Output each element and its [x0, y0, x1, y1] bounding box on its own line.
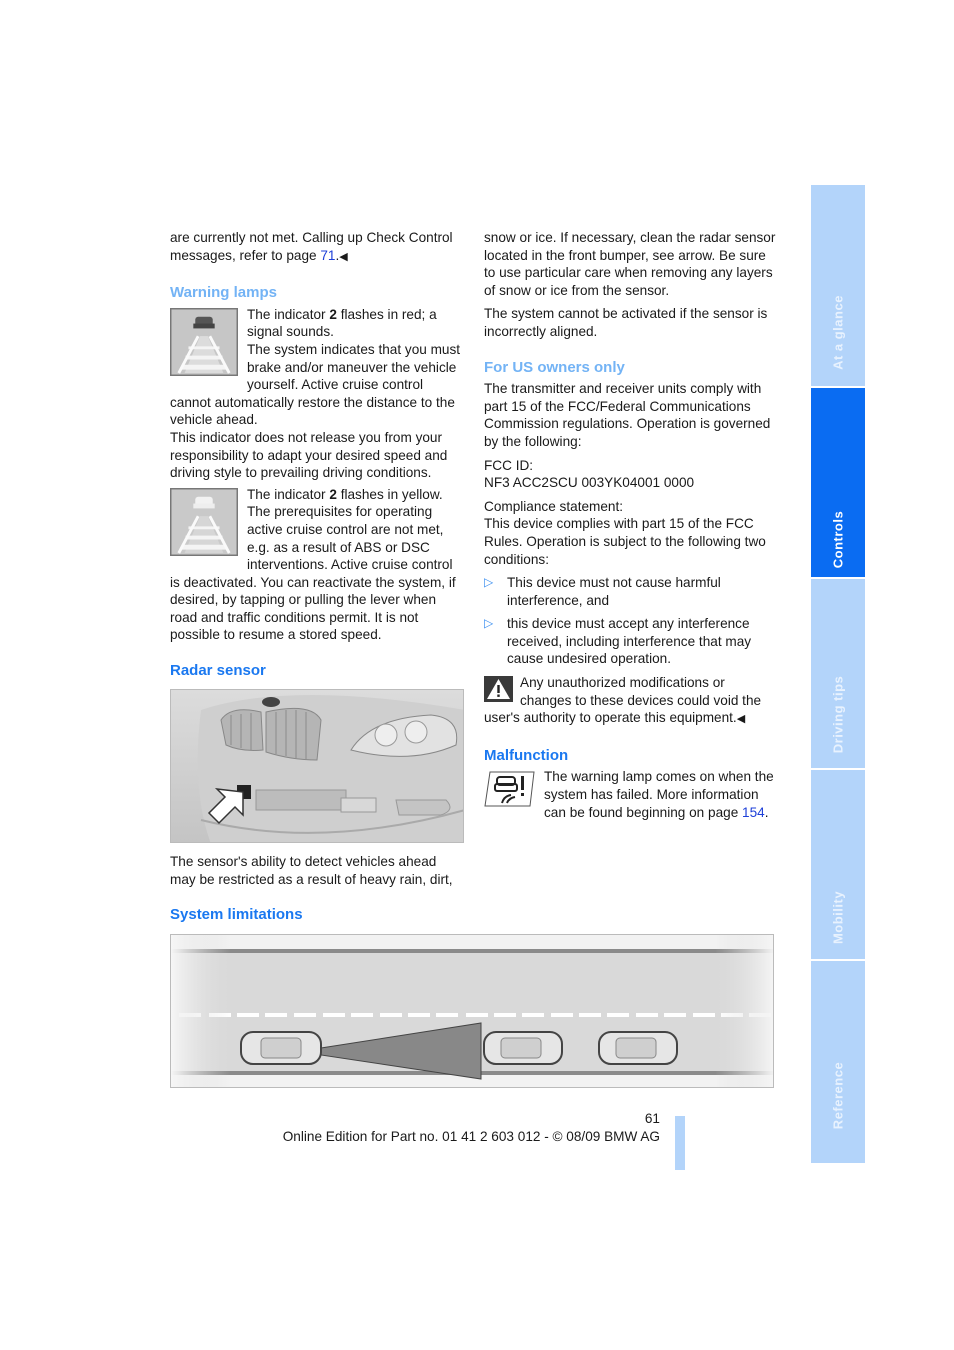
chapter-tabs: At a glance Controls Driving tips Mobili…: [811, 185, 865, 1165]
radar-sensor-text: The sensor's ability to detect vehicles …: [170, 854, 453, 887]
radar-sensor-image: [170, 689, 464, 843]
tab-controls[interactable]: Controls: [811, 388, 865, 577]
warning-triangle-icon: [484, 676, 513, 707]
fcc-intro-text: The transmitter and receiver units compl…: [484, 381, 771, 449]
warning-note: Any unauthorized modifications or change…: [484, 674, 776, 729]
radar-sensor-text-block: The sensor's ability to detect vehicles …: [170, 853, 462, 888]
end-mark-icon: ◀: [339, 250, 348, 263]
right-column: snow or ice. If necessary, clean the rad…: [484, 229, 776, 821]
condition-list-item: ▷ This device must not cause harmful int…: [484, 575, 721, 608]
acc-warning-lamp-red-icon: [170, 307, 238, 381]
warning-text: Any unauthorized modifications or change…: [484, 675, 762, 726]
fcc-id-value: NF3 ACC2SCU 003YK04001 0000: [484, 475, 695, 491]
heading-us-owners: For US owners only: [484, 358, 625, 376]
intro-paragraph: are currently not met. Calling up Check …: [170, 230, 453, 263]
bullet-arrow-icon: ▷: [484, 616, 494, 631]
compliance-label: Compliance statement:: [484, 498, 624, 514]
compliance-text: This device complies with part 15 of the…: [484, 516, 766, 567]
tab-driving-tips[interactable]: Driving tips: [811, 579, 865, 768]
compliance-block: Compliance statement: This device compli…: [484, 498, 776, 568]
radar-continued-text: snow or ice. If necessary, clean the rad…: [484, 230, 776, 298]
system-limitations-diagram: [170, 934, 774, 1088]
own-vehicle-icon: [240, 1031, 322, 1065]
warning-red-block: The indicator 2 flashes in red; a signal…: [170, 306, 462, 482]
left-column: are currently not met. Calling up Check …: [170, 229, 462, 680]
malfunction-block: The warning lamp comes on when the syste…: [484, 768, 776, 821]
warning-yellow-block: The indicator 2 flashes in yellow. The p…: [170, 486, 462, 644]
page-footer: 61 Online Edition for Part no. 01 41 2 6…: [280, 1110, 660, 1146]
end-mark-icon: ◀: [736, 713, 746, 726]
heading-system-limitations: System limitations: [170, 906, 303, 923]
heading-malfunction: Malfunction: [484, 746, 569, 764]
alignment-text: The system cannot be activated if the se…: [484, 306, 768, 339]
condition-list-item: ▷ this device must accept any interferen…: [484, 616, 752, 667]
vehicle-ahead-icon: [483, 1031, 563, 1065]
warning-red-note: This indicator does not release you from…: [170, 429, 448, 481]
page-marker-bar: [675, 1116, 685, 1170]
heading-warning-lamps: Warning lamps: [170, 284, 277, 302]
heading-radar-sensor: Radar sensor: [170, 662, 266, 680]
bullet-arrow-icon: ▷: [484, 575, 494, 590]
tab-mobility[interactable]: Mobility: [811, 770, 865, 959]
acc-warning-lamp-yellow-icon: [170, 487, 238, 561]
edition-info: Online Edition for Part no. 01 41 2 603 …: [282, 1129, 660, 1144]
vehicle-far-icon: [598, 1031, 678, 1065]
tab-at-a-glance[interactable]: At a glance: [811, 185, 865, 386]
page-link-154[interactable]: 154: [742, 805, 765, 820]
fcc-id-block: FCC ID: NF3 ACC2SCU 003YK04001 0000: [484, 457, 776, 492]
page-number: 61: [644, 1111, 660, 1126]
acc-malfunction-lamp-icon: [484, 770, 536, 813]
fcc-id-label: FCC ID:: [484, 457, 534, 473]
page-link-71[interactable]: 71: [320, 248, 335, 263]
tab-reference[interactable]: Reference: [811, 961, 865, 1163]
